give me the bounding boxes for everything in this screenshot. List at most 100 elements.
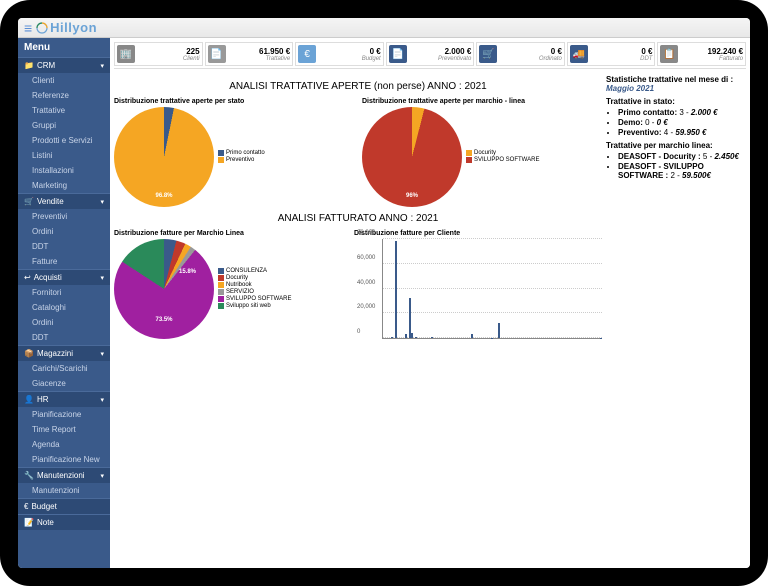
kpi-clienti[interactable]: 🏢225Clienti: [114, 42, 203, 66]
topbar: ≡ Hillyon: [18, 18, 750, 38]
chevron-down-icon: ▾: [100, 198, 104, 206]
bar: [411, 333, 413, 338]
chevron-down-icon: ▾: [100, 350, 104, 358]
kpi-trattative[interactable]: 📄61.950 €Trattative: [205, 42, 294, 66]
menu-section-crm[interactable]: 📁CRM▾: [18, 57, 110, 73]
menu-item-prodotti-e-servizi[interactable]: Prodotti e Servizi: [18, 133, 110, 148]
pie-marchio: 96%: [362, 107, 462, 207]
menu-item-clienti[interactable]: Clienti: [18, 73, 110, 88]
section-icon: ↩: [24, 273, 31, 282]
menu-item-fornitori[interactable]: Fornitori: [18, 285, 110, 300]
menu-title: Menu: [18, 38, 110, 57]
menu-item-cataloghi[interactable]: Cataloghi: [18, 300, 110, 315]
chart-fatture-cliente: Distribuzione fatture per Cliente 020,00…: [354, 230, 602, 339]
barchart-cliente: 020,00040,00060,00080,000: [382, 239, 602, 339]
stat-linea-item: DEASOFT - Docurity : 5 - 2.450€: [618, 152, 746, 161]
chart-marchio: Distribuzione trattative aperte per marc…: [362, 98, 602, 207]
section-title-trattative: ANALISI TRATTATIVE APERTE (non perse) AN…: [114, 81, 602, 92]
menu-section-vendite[interactable]: 🛒Vendite▾: [18, 193, 110, 209]
stat-linea-item: DEASOFT - SVILUPPO SOFTWARE : 2 - 59.500…: [618, 162, 746, 180]
legend-item: Docurity: [466, 150, 539, 156]
menu-item-ordini[interactable]: Ordini: [18, 224, 110, 239]
section-icon: 👤: [24, 395, 34, 404]
doc-icon: 📄: [389, 45, 407, 63]
section-icon: €: [24, 502, 28, 511]
menu-section-note[interactable]: 📝Note: [18, 514, 110, 530]
legend-item: SVILUPPO SOFTWARE: [218, 296, 291, 302]
euro-icon: €: [298, 45, 316, 63]
sidebar: Menu 📁CRM▾ClientiReferenzeTrattativeGrup…: [18, 38, 110, 568]
kpi-ordinato[interactable]: 🛒0 €Ordinato: [476, 42, 565, 66]
stat-stato-item: Preventivo: 4 - 59.950 €: [618, 128, 746, 137]
menu-item-listini[interactable]: Listini: [18, 148, 110, 163]
menu-item-fatture[interactable]: Fatture: [18, 254, 110, 269]
menu-section-manutenzioni[interactable]: 🔧Manutenzioni▾: [18, 467, 110, 483]
cart-icon: 🛒: [479, 45, 497, 63]
building-icon: 🏢: [117, 45, 135, 63]
chevron-down-icon: ▾: [100, 472, 104, 480]
legend-item: Preventivo: [218, 157, 265, 163]
menu-section-budget[interactable]: €Budget: [18, 498, 110, 514]
chevron-down-icon: ▾: [100, 274, 104, 282]
kpi-fatturato[interactable]: 📋192.240 €Fatturato: [657, 42, 746, 66]
menu-item-time-report[interactable]: Time Report: [18, 422, 110, 437]
chevron-down-icon: ▾: [100, 62, 104, 70]
legend-item: CONSULENZA: [218, 268, 291, 274]
truck-icon: 🚚: [570, 45, 588, 63]
bar: [415, 337, 417, 338]
kpi-row: 🏢225Clienti📄61.950 €Trattative€0 €Budget…: [114, 42, 746, 69]
kpi-preventivato[interactable]: 📄2.000 €Preventivato: [386, 42, 475, 66]
bar: [498, 323, 500, 338]
chart-fatture-linea: Distribuzione fatture per Marchio Linea …: [114, 230, 346, 339]
menu-section-magazzini[interactable]: 📦Magazzini▾: [18, 345, 110, 361]
bar: [405, 334, 407, 338]
legend-item: Docurity: [218, 275, 291, 281]
menu-item-preventivi[interactable]: Preventivi: [18, 209, 110, 224]
clipboard-icon: 📋: [660, 45, 678, 63]
menu-item-giacenze[interactable]: Giacenze: [18, 376, 110, 391]
menu-item-agenda[interactable]: Agenda: [18, 437, 110, 452]
section-icon: 📝: [24, 518, 34, 527]
stats-panel: Statistiche trattative nel mese di : Mag…: [606, 75, 746, 345]
legend-stato: Primo contattoPreventivo: [218, 150, 265, 164]
bar: [391, 337, 393, 338]
menu-item-ddt[interactable]: DDT: [18, 239, 110, 254]
menu-section-acquisti[interactable]: ↩Acquisti▾: [18, 269, 110, 285]
logo: Hillyon: [36, 20, 97, 35]
legend-item: SVILUPPO SOFTWARE: [466, 157, 539, 163]
stat-stato-item: Demo: 0 - 0 €: [618, 118, 746, 127]
menu-item-referenze[interactable]: Referenze: [18, 88, 110, 103]
pie-stato: 96.8%: [114, 107, 214, 207]
logo-text: Hillyon: [50, 20, 97, 35]
chevron-down-icon: ▾: [100, 396, 104, 404]
menu-item-gruppi[interactable]: Gruppi: [18, 118, 110, 133]
menu-item-ddt[interactable]: DDT: [18, 330, 110, 345]
file-icon: 📄: [208, 45, 226, 63]
menu-item-manutenzioni[interactable]: Manutenzioni: [18, 483, 110, 498]
menu-item-ordini[interactable]: Ordini: [18, 315, 110, 330]
bar: [395, 241, 397, 338]
section-icon: 🔧: [24, 471, 34, 480]
bar: [409, 298, 411, 338]
menu-item-carichi-scarichi[interactable]: Carichi/Scarichi: [18, 361, 110, 376]
bar: [431, 337, 433, 338]
legend-fatture-linea: CONSULENZADocurityNutribookSERVIZIOSVILU…: [218, 268, 291, 310]
kpi-ddt[interactable]: 🚚0 €DDT: [567, 42, 656, 66]
section-icon: 📦: [24, 349, 34, 358]
legend-item: Primo contatto: [218, 150, 265, 156]
kpi-budget[interactable]: €0 €Budget: [295, 42, 384, 66]
menu-item-trattative[interactable]: Trattative: [18, 103, 110, 118]
menu-item-installazioni[interactable]: Installazioni: [18, 163, 110, 178]
menu-item-pianificazione-new[interactable]: Pianificazione New: [18, 452, 110, 467]
legend-item: SERVIZIO: [218, 289, 291, 295]
menu-item-marketing[interactable]: Marketing: [18, 178, 110, 193]
logo-icon: [36, 22, 48, 34]
menu-toggle-icon[interactable]: ≡: [24, 20, 32, 36]
bar: [471, 334, 473, 338]
legend-item: Nutribook: [218, 282, 291, 288]
menu-section-hr[interactable]: 👤HR▾: [18, 391, 110, 407]
legend-item: Sviluppo siti web: [218, 303, 291, 309]
menu-item-pianificazione[interactable]: Pianificazione: [18, 407, 110, 422]
section-icon: 🛒: [24, 197, 34, 206]
section-title-fatturato: ANALISI FATTURATO ANNO : 2021: [114, 213, 602, 224]
